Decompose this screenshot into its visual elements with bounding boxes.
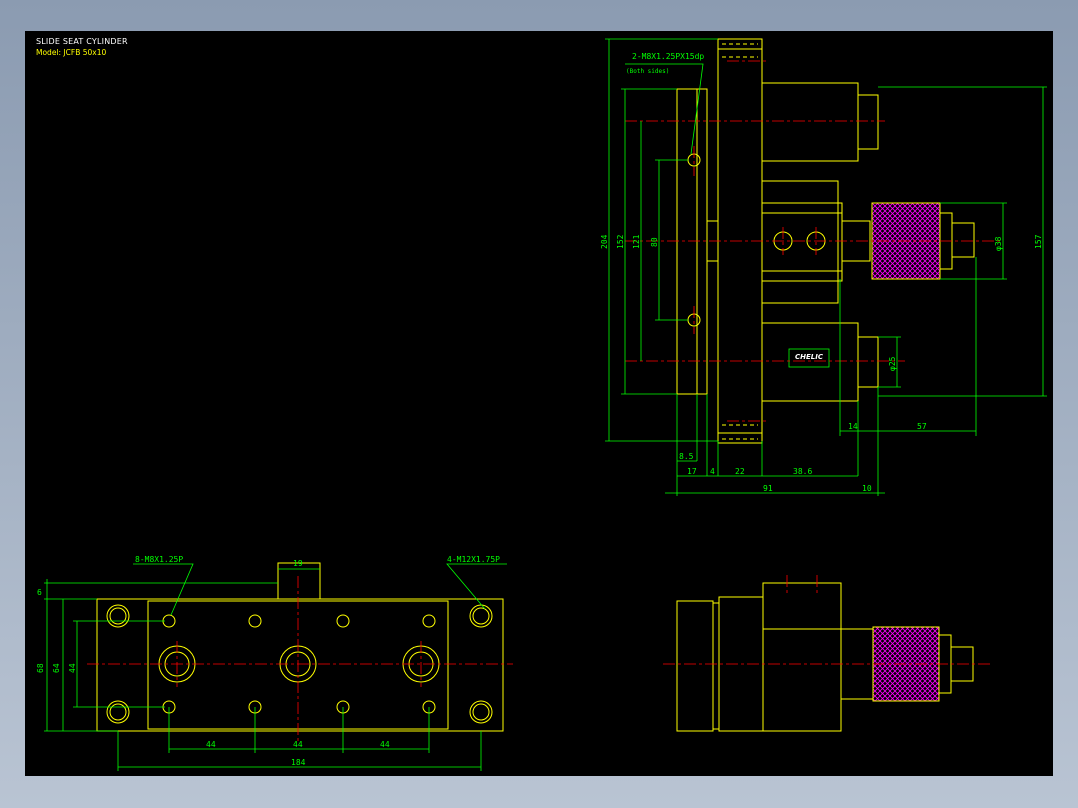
side-dim-text: 2-M8X1.25PX15dp (Both sides) 204 152 121… <box>600 52 1043 493</box>
end-housing <box>762 582 842 732</box>
dim-4: 4 <box>710 467 715 476</box>
dim-10: 10 <box>862 484 872 493</box>
dim-204: 204 <box>600 234 609 249</box>
dim-14: 14 <box>848 422 858 431</box>
dim-121: 121 <box>632 234 641 249</box>
end-centerlines <box>663 575 991 665</box>
side-callout-line1: 2-M8X1.25PX15dp <box>632 52 704 61</box>
hex-nut <box>951 222 975 258</box>
chelic-label: CHELIC <box>788 348 830 368</box>
chelic-text: CHELIC <box>795 353 824 361</box>
dim-phi38: φ38 <box>994 236 1003 251</box>
top-tab <box>277 562 321 600</box>
end-view <box>676 582 974 732</box>
drawing-canvas[interactable]: SLIDE SEAT CYLINDER Model: JCFB 50x10 CH… <box>25 31 1053 776</box>
left-flange <box>676 88 698 395</box>
dim-17: 17 <box>687 467 697 476</box>
side-dimensions <box>605 38 1047 496</box>
upper-port <box>857 94 879 150</box>
plan-dimensions <box>44 563 507 771</box>
lower-housing <box>761 322 859 402</box>
base-plate <box>96 598 504 732</box>
dim-157: 157 <box>1034 234 1043 249</box>
upper-housing <box>761 82 859 162</box>
dim-80: 80 <box>650 237 659 247</box>
dim-22: 22 <box>735 467 745 476</box>
dim-91: 91 <box>763 484 773 493</box>
plan-view <box>96 562 504 732</box>
flange-step <box>696 88 708 395</box>
plan-callout-right: 4-M12X1.75P <box>447 555 500 564</box>
dim-57: 57 <box>917 422 927 431</box>
plan-callout-left: 8-M8X1.25P <box>135 555 183 564</box>
dim-phi25: φ25 <box>888 356 897 371</box>
dim-64: 64 <box>52 663 61 673</box>
dim-152: 152 <box>616 234 625 249</box>
dim-44-vertical: 44 <box>68 663 77 673</box>
cylinder-tube <box>761 180 839 304</box>
cad-sheet: CHELIC 2-M8X1.25PX15dp (Both sides) 204 … <box>36 38 1047 771</box>
dim-44-c: 44 <box>380 740 390 749</box>
dim-68: 68 <box>36 663 45 673</box>
dim-184: 184 <box>291 758 306 767</box>
dim-44-b: 44 <box>293 740 303 749</box>
end-flange <box>676 600 714 732</box>
dim-19: 19 <box>293 559 303 568</box>
dim-38-6: 38.6 <box>793 467 812 476</box>
dim-6: 6 <box>37 588 42 597</box>
dim-8-5: 8.5 <box>679 452 694 461</box>
lower-port <box>857 336 879 388</box>
dim-44-a: 44 <box>206 740 216 749</box>
side-callout-line2: (Both sides) <box>626 68 669 75</box>
plan-dim-text: 8-M8X1.25P 4-M12X1.75P 19 6 68 64 44 44 … <box>36 555 500 767</box>
